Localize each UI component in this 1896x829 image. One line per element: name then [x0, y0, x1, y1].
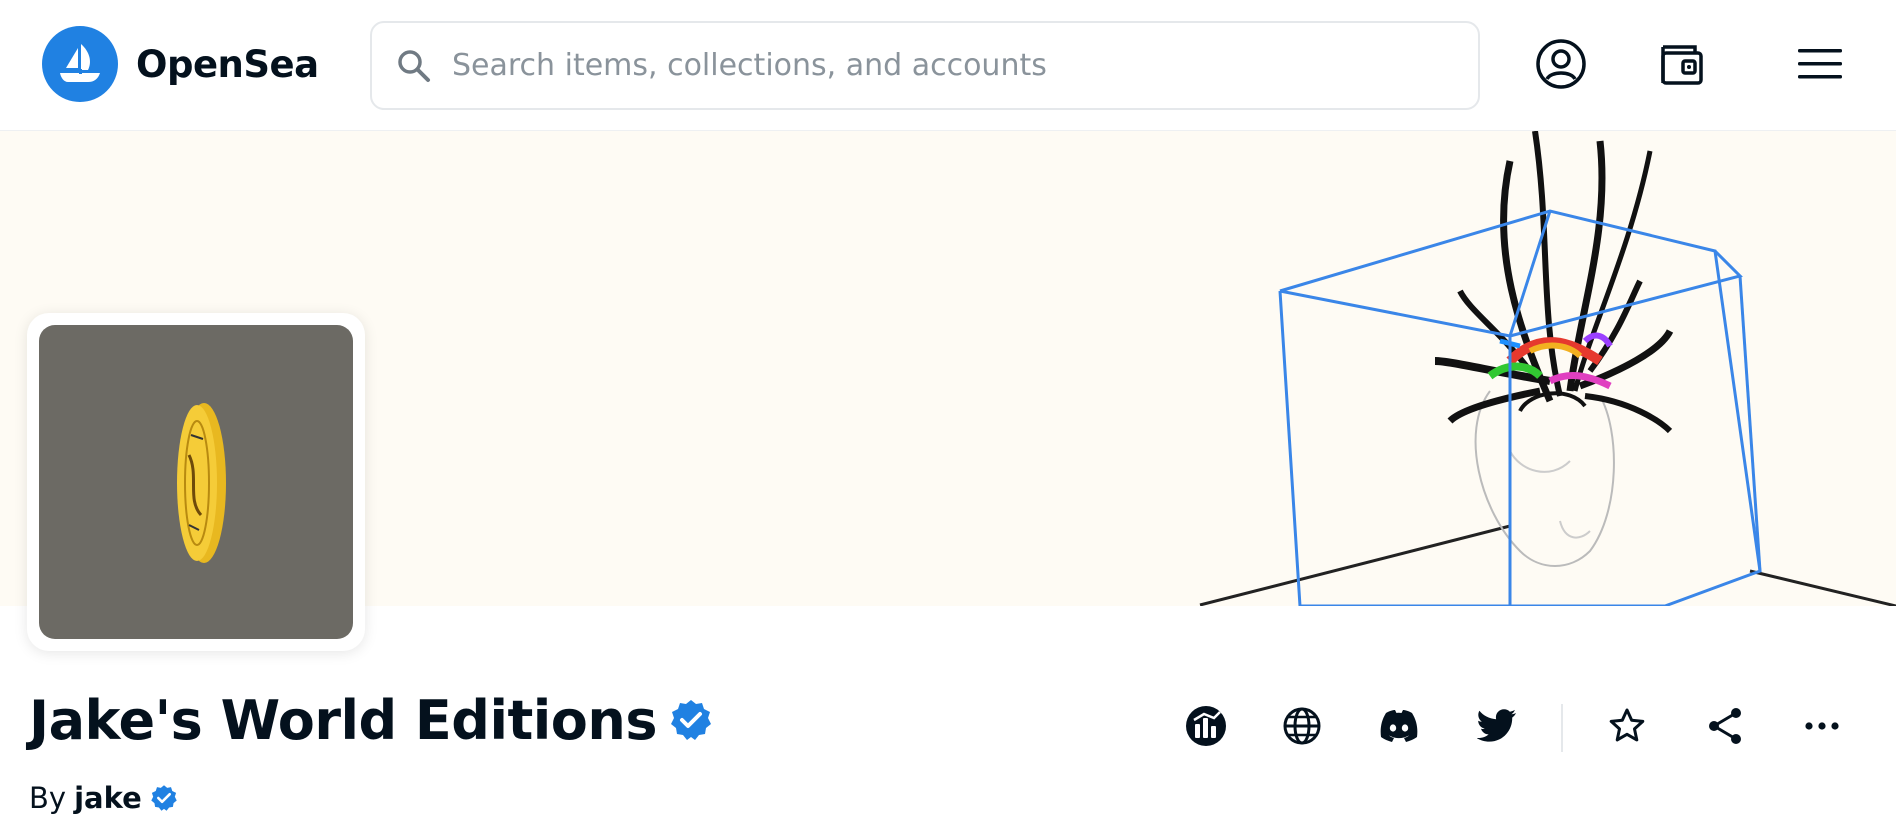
wallet-icon[interactable] — [1654, 36, 1710, 92]
activity-icon[interactable] — [1178, 698, 1234, 754]
share-icon[interactable] — [1697, 698, 1753, 754]
search-input[interactable] — [452, 35, 1452, 96]
top-nav: OpenSea — [0, 0, 1896, 131]
search-icon — [394, 46, 434, 86]
creator-link[interactable]: jake — [74, 781, 142, 815]
menu-icon[interactable] — [1792, 36, 1848, 92]
verified-badge-icon — [669, 698, 713, 742]
discord-icon[interactable] — [1371, 698, 1427, 754]
collection-avatar — [27, 313, 365, 651]
collection-title: Jake's World Editions — [29, 688, 657, 752]
brand-name: OpenSea — [136, 42, 319, 86]
creator-verified-icon — [150, 784, 178, 812]
collection-title-row: Jake's World Editions — [29, 684, 713, 756]
coin-image — [39, 325, 353, 639]
banner-artwork — [1199, 131, 1896, 606]
profile-icon[interactable] — [1533, 36, 1589, 92]
more-icon[interactable] — [1794, 698, 1850, 754]
watchlist-star-icon[interactable] — [1599, 698, 1655, 754]
twitter-icon[interactable] — [1469, 698, 1525, 754]
website-icon[interactable] — [1274, 698, 1330, 754]
by-label: By — [29, 781, 67, 815]
brand-home-link[interactable]: OpenSea — [42, 26, 319, 102]
actions-divider — [1561, 704, 1563, 752]
opensea-logo-icon — [42, 26, 118, 102]
creator-row: By jake — [29, 778, 178, 818]
search-bar[interactable] — [370, 21, 1480, 110]
